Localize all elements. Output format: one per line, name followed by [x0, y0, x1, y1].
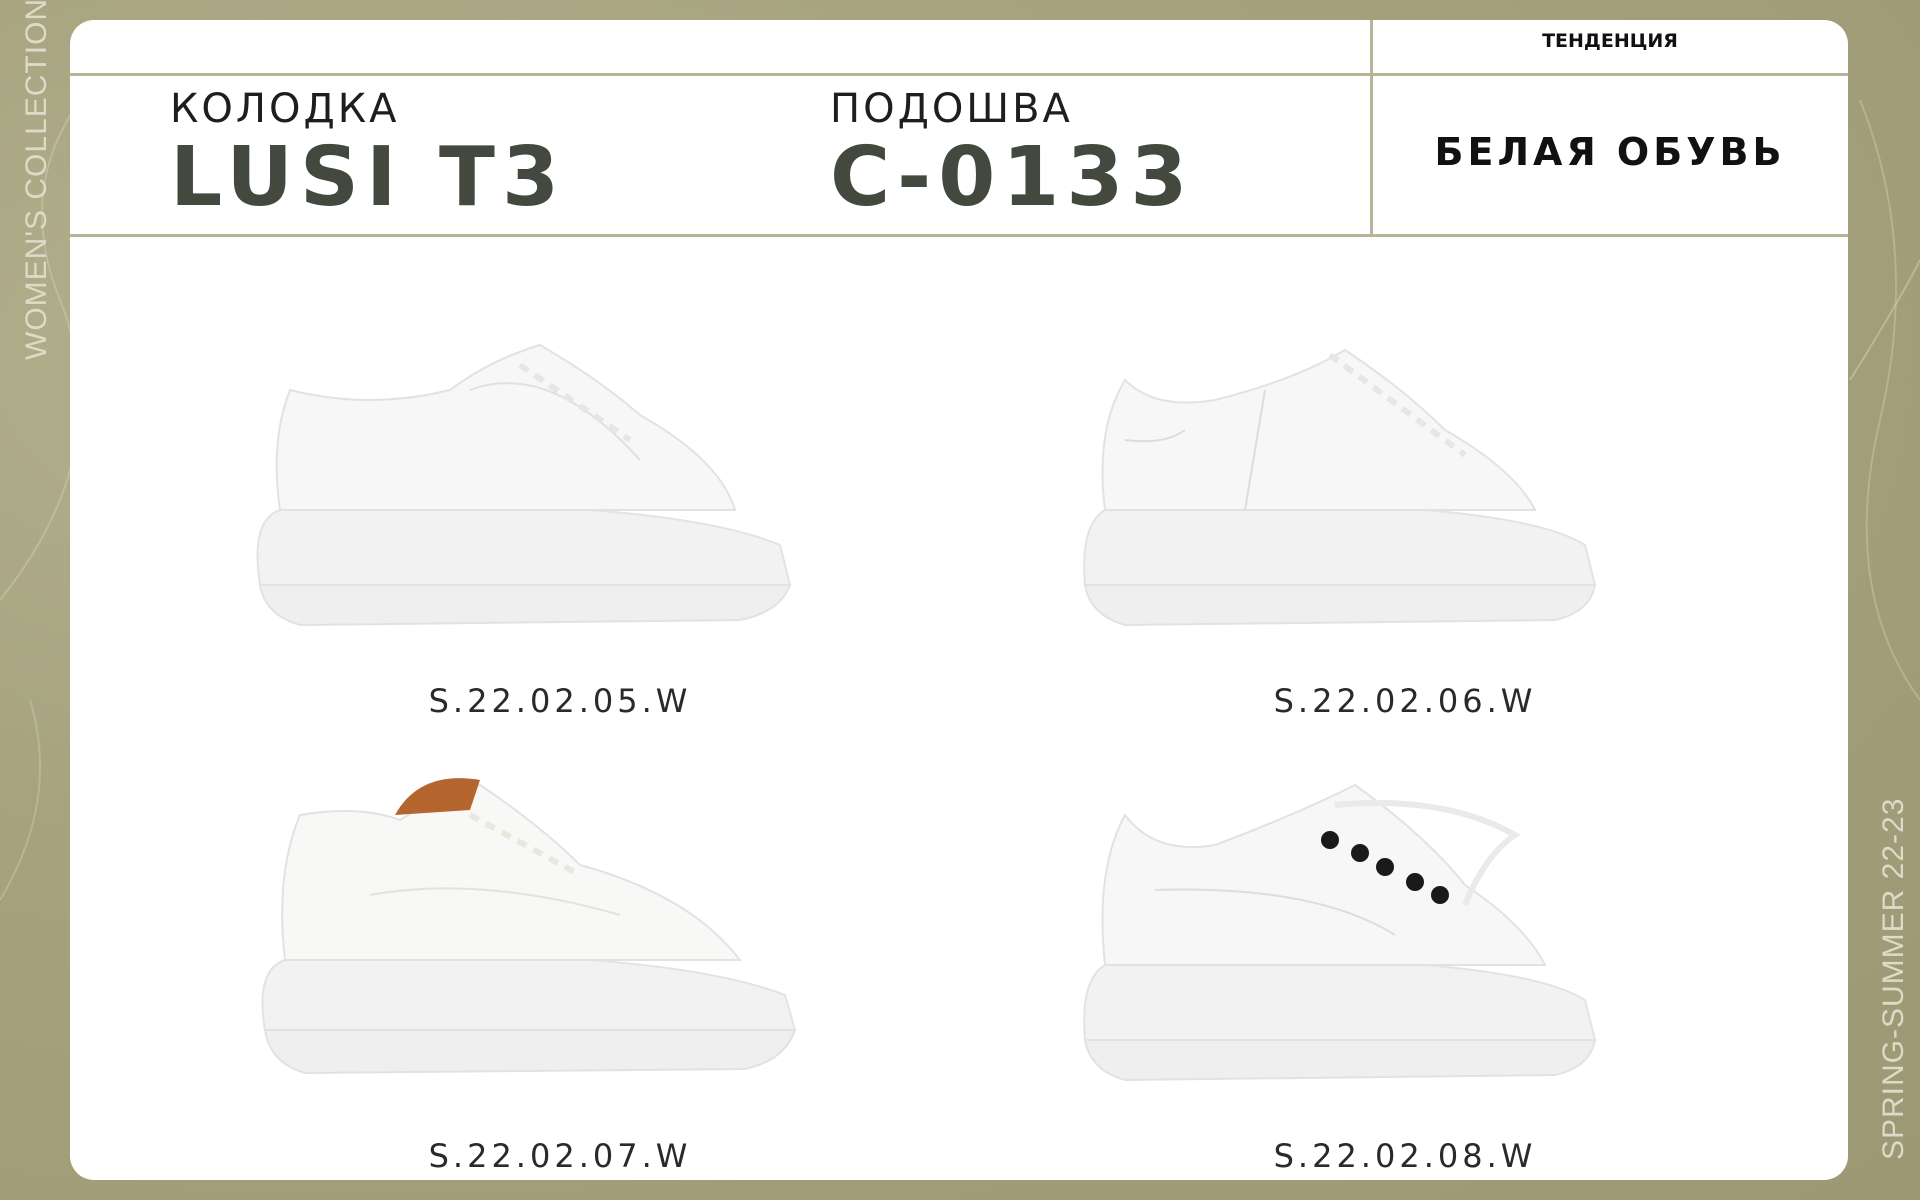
product-code: S.22.02.08.W — [1273, 1137, 1537, 1175]
product-card[interactable]: S.22.02.07.W — [220, 775, 900, 1180]
product-card[interactable]: S.22.02.06.W — [1065, 320, 1745, 740]
header-divider-vertical — [1370, 20, 1373, 236]
sneaker-image — [261, 778, 797, 1075]
product-code: S.22.02.07.W — [428, 1137, 692, 1175]
last-label: КОЛОДКА — [170, 86, 400, 132]
last-value: LUSI T3 — [170, 130, 567, 225]
sneaker-image — [1083, 348, 1597, 627]
product-card[interactable]: S.22.02.08.W — [1065, 775, 1745, 1180]
sneaker-image — [256, 343, 792, 627]
sneaker-image — [1083, 783, 1597, 1082]
sole-label: ПОДОШВА — [830, 86, 1073, 132]
header-divider-bottom — [70, 234, 1848, 237]
header-divider-top — [70, 73, 1848, 76]
trend-label: ТЕНДЕНЦИЯ — [1542, 30, 1678, 52]
product-code: S.22.02.06.W — [1273, 682, 1537, 720]
season-side-label: SPRING-SUMMER 22-23 — [1877, 797, 1910, 1160]
collection-side-label: WOMEN'S COLLECTION — [20, 0, 53, 360]
trend-value: БЕЛАЯ ОБУВЬ — [1434, 130, 1786, 174]
catalog-card: КОЛОДКА LUSI T3 ПОДОШВА С-0133 ТЕНДЕНЦИЯ… — [70, 20, 1848, 1180]
product-code: S.22.02.05.W — [428, 682, 692, 720]
product-card[interactable]: S.22.02.05.W — [220, 320, 900, 740]
sole-value: С-0133 — [830, 130, 1195, 225]
